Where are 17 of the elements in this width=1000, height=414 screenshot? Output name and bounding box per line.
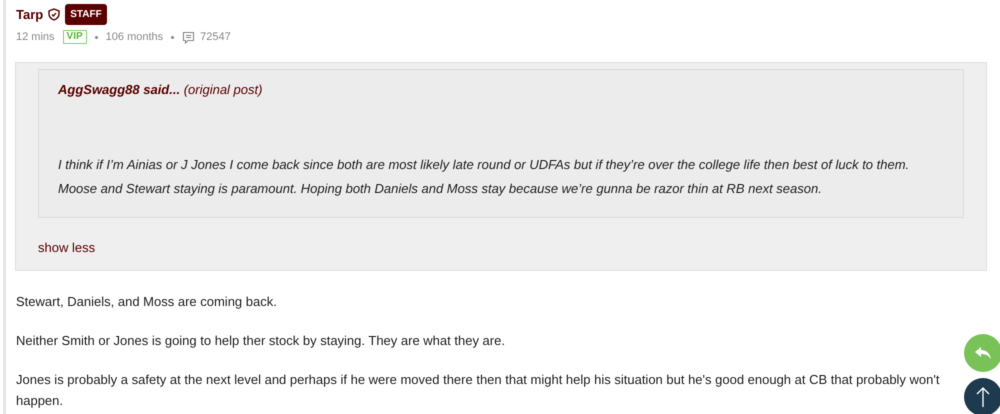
post-time: 12 mins: [16, 30, 55, 45]
post-paragraph: Jones is probably a safety at the next level and perhaps if he were moved there then that might help his situation but he's good enough at CB that probably won't happen.: [16, 371, 940, 410]
shield-icon: [48, 8, 60, 21]
author-name[interactable]: Tarp: [16, 4, 44, 24]
member-tenure: 106 months: [106, 30, 164, 45]
quote-attribution: AggSwagg88 said... (original post): [58, 80, 264, 99]
vip-badge: VIP: [62, 30, 87, 44]
comment-icon: [182, 30, 196, 44]
post-paragraph: Stewart, Daniels, and Moss are coming back.: [16, 293, 278, 311]
reply-icon: [974, 346, 992, 360]
staff-badge: STAFF: [65, 4, 107, 25]
post-paragraph: Neither Smith or Jones is going to help ther stock by staying. They are what they are.: [16, 332, 506, 350]
quote-text: I think if I’m Ainias or J Jones I come back since both are most likely late round or UDFAs but if they’re over the college life then best of luck to them. Moose and Stewart staying is paramount. Hoping both Daniels and Moss stay because we’re gunna be razor thin at RB next season.: [58, 156, 910, 198]
show-less-link[interactable]: show less: [38, 240, 96, 255]
post-count: 72547: [200, 30, 231, 45]
scroll-top-button[interactable]: [964, 378, 1000, 414]
arrow-up-icon: [976, 386, 990, 408]
